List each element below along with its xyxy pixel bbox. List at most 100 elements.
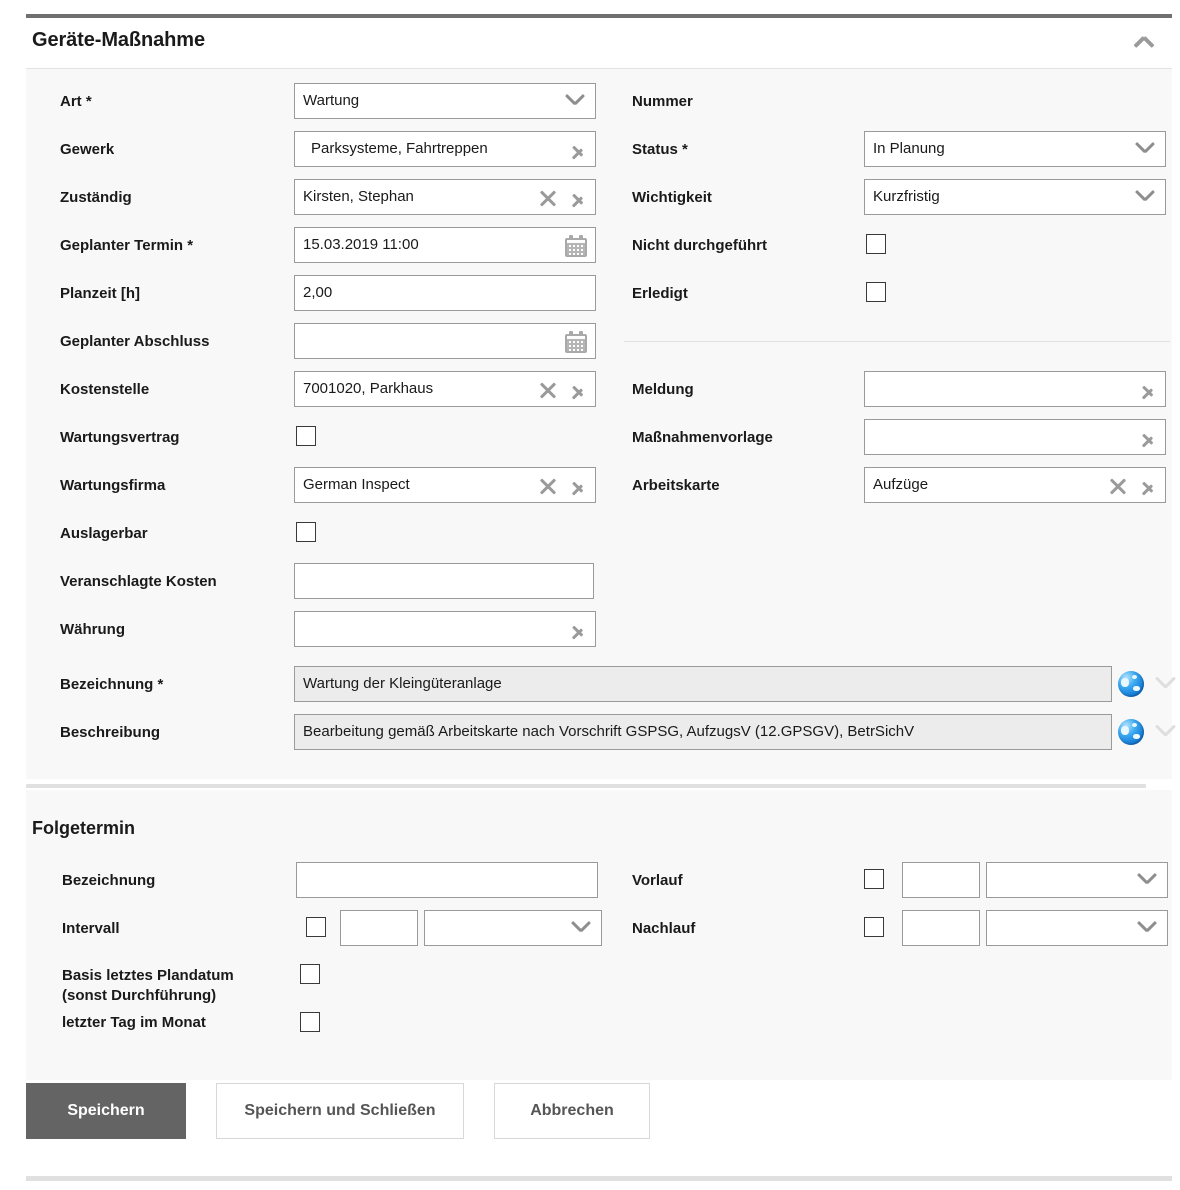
field-label: Gewerk [60, 141, 114, 159]
wichtigkeit-select[interactable]: Kurzfristig [864, 179, 1166, 215]
clear-icon[interactable] [1109, 477, 1127, 495]
panel-body: Art * Wartung Gewerk Parksysteme, Fahrtr… [26, 69, 1172, 779]
field-label: Beschreibung [60, 724, 160, 742]
planzeit-value: 2,00 [303, 284, 332, 301]
arbeitskarte-lookup[interactable]: Aufzüge [864, 467, 1166, 503]
field-label: Währung [60, 621, 125, 639]
field-label: Geplanter Termin * [60, 237, 193, 255]
intervall-unit-select[interactable] [424, 910, 602, 946]
nicht-durchgefuehrt-checkbox[interactable] [866, 234, 886, 254]
field-label: Kostenstelle [60, 381, 149, 399]
gewerk-lookup[interactable]: Parksysteme, Fahrtreppen [294, 131, 596, 167]
field-label: Bezeichnung * [60, 676, 163, 694]
field-label: Meldung [632, 381, 694, 399]
bezeichnung-input[interactable]: Wartung der Kleingüteranlage [294, 666, 1112, 702]
nachlauf-checkbox[interactable] [864, 917, 884, 937]
chevron-right-icon[interactable] [1141, 476, 1155, 498]
bezeichnung-value: Wartung der Kleingüteranlage [303, 675, 502, 692]
veranschlagte-kosten-input[interactable] [294, 563, 594, 599]
art-select[interactable]: Wartung [294, 83, 596, 119]
save-and-close-button[interactable]: Speichern und Schließen [216, 1083, 464, 1139]
clear-icon[interactable] [539, 189, 557, 207]
auslagerbar-checkbox[interactable] [296, 522, 316, 542]
field-label: Geplanter Abschluss [60, 333, 210, 351]
clear-icon[interactable] [539, 477, 557, 495]
chevron-right-icon[interactable] [1141, 428, 1155, 450]
geraete-massnahme-panel: Geräte-Maßnahme Art * Wartung Gewerk [26, 14, 1172, 779]
intervall-amount-input[interactable] [340, 910, 418, 946]
field-label: Erledigt [632, 285, 688, 303]
chevron-right-icon[interactable] [571, 476, 585, 498]
planzeit-input[interactable]: 2,00 [294, 275, 596, 311]
device-measure-form-page: Geräte-Maßnahme Art * Wartung Gewerk [0, 0, 1180, 1190]
calendar-icon[interactable] [565, 331, 587, 353]
field-label-line1: Basis letztes Plandatum [62, 966, 234, 985]
status-select[interactable]: In Planung [864, 131, 1166, 167]
chevron-down-icon [1135, 192, 1155, 204]
section-divider [26, 784, 1146, 788]
geplanter-termin-value: 15.03.2019 11:00 [303, 236, 419, 253]
save-button[interactable]: Speichern [26, 1083, 186, 1139]
field-label: Status * [632, 141, 688, 159]
page-title: Geräte-Maßnahme [32, 29, 205, 52]
wichtigkeit-value: Kurzfristig [873, 188, 940, 205]
globe-icon[interactable] [1118, 671, 1144, 697]
massnahmenvorlage-lookup[interactable] [864, 419, 1166, 455]
chevron-down-icon [1137, 875, 1157, 887]
field-label: Nachlauf [632, 920, 695, 938]
kostenstelle-value: 7001020, Parkhaus [303, 380, 433, 397]
field-label: Planzeit [h] [60, 285, 140, 303]
field-label: Wichtigkeit [632, 189, 712, 207]
vorlauf-checkbox[interactable] [864, 869, 884, 889]
chevron-down-icon [571, 923, 591, 935]
panel-header: Geräte-Maßnahme [26, 18, 1172, 69]
field-label: Nummer [632, 93, 693, 111]
geplanter-abschluss-input[interactable] [294, 323, 596, 359]
wartungsvertrag-checkbox[interactable] [296, 426, 316, 446]
chevron-down-icon[interactable] [1154, 726, 1176, 740]
beschreibung-value: Bearbeitung gemäß Arbeitskarte nach Vors… [303, 723, 914, 740]
chevron-down-icon[interactable] [1154, 678, 1176, 692]
wartungsfirma-lookup[interactable]: German Inspect [294, 467, 596, 503]
art-value: Wartung [303, 92, 359, 109]
letzter-tag-im-monat-checkbox[interactable] [300, 1012, 320, 1032]
field-label: Art * [60, 93, 92, 111]
chevron-down-icon [565, 96, 585, 108]
intervall-checkbox[interactable] [306, 917, 326, 937]
nachlauf-unit-select[interactable] [986, 910, 1168, 946]
calendar-icon[interactable] [565, 235, 587, 257]
waehrung-lookup[interactable] [294, 611, 596, 647]
geplanter-termin-input[interactable]: 15.03.2019 11:00 [294, 227, 596, 263]
zustaendig-lookup[interactable]: Kirsten, Stephan [294, 179, 596, 215]
basis-letztes-plandatum-checkbox[interactable] [300, 964, 320, 984]
chevron-right-icon[interactable] [1141, 380, 1155, 402]
globe-icon[interactable] [1118, 719, 1144, 745]
chevron-right-icon[interactable] [571, 188, 585, 210]
field-label: Arbeitskarte [632, 477, 720, 495]
field-label: Nicht durchgeführt [632, 237, 767, 255]
chevron-right-icon[interactable] [571, 620, 585, 642]
field-label: Wartungsvertrag [60, 429, 179, 447]
field-label: Auslagerbar [60, 525, 148, 543]
field-label: Wartungsfirma [60, 477, 165, 495]
meldung-lookup[interactable] [864, 371, 1166, 407]
field-label: Intervall [62, 920, 120, 938]
chevron-right-icon[interactable] [571, 380, 585, 402]
field-label: Zuständig [60, 189, 132, 207]
collapse-panel-button[interactable] [1128, 30, 1162, 56]
zustaendig-value: Kirsten, Stephan [303, 188, 414, 205]
beschreibung-input[interactable]: Bearbeitung gemäß Arbeitskarte nach Vors… [294, 714, 1112, 750]
clear-icon[interactable] [539, 381, 557, 399]
field-label: Vorlauf [632, 872, 683, 890]
wartungsfirma-value: German Inspect [303, 476, 410, 493]
folge-bezeichnung-input[interactable] [296, 862, 598, 898]
chevron-right-icon[interactable] [571, 140, 585, 162]
cancel-button[interactable]: Abbrechen [494, 1083, 650, 1139]
vorlauf-unit-select[interactable] [986, 862, 1168, 898]
erledigt-checkbox[interactable] [866, 282, 886, 302]
bottom-divider [26, 1176, 1172, 1181]
vorlauf-amount-input[interactable] [902, 862, 980, 898]
kostenstelle-lookup[interactable]: 7001020, Parkhaus [294, 371, 596, 407]
field-label-line2: (sonst Durchführung) [62, 986, 216, 1005]
nachlauf-amount-input[interactable] [902, 910, 980, 946]
